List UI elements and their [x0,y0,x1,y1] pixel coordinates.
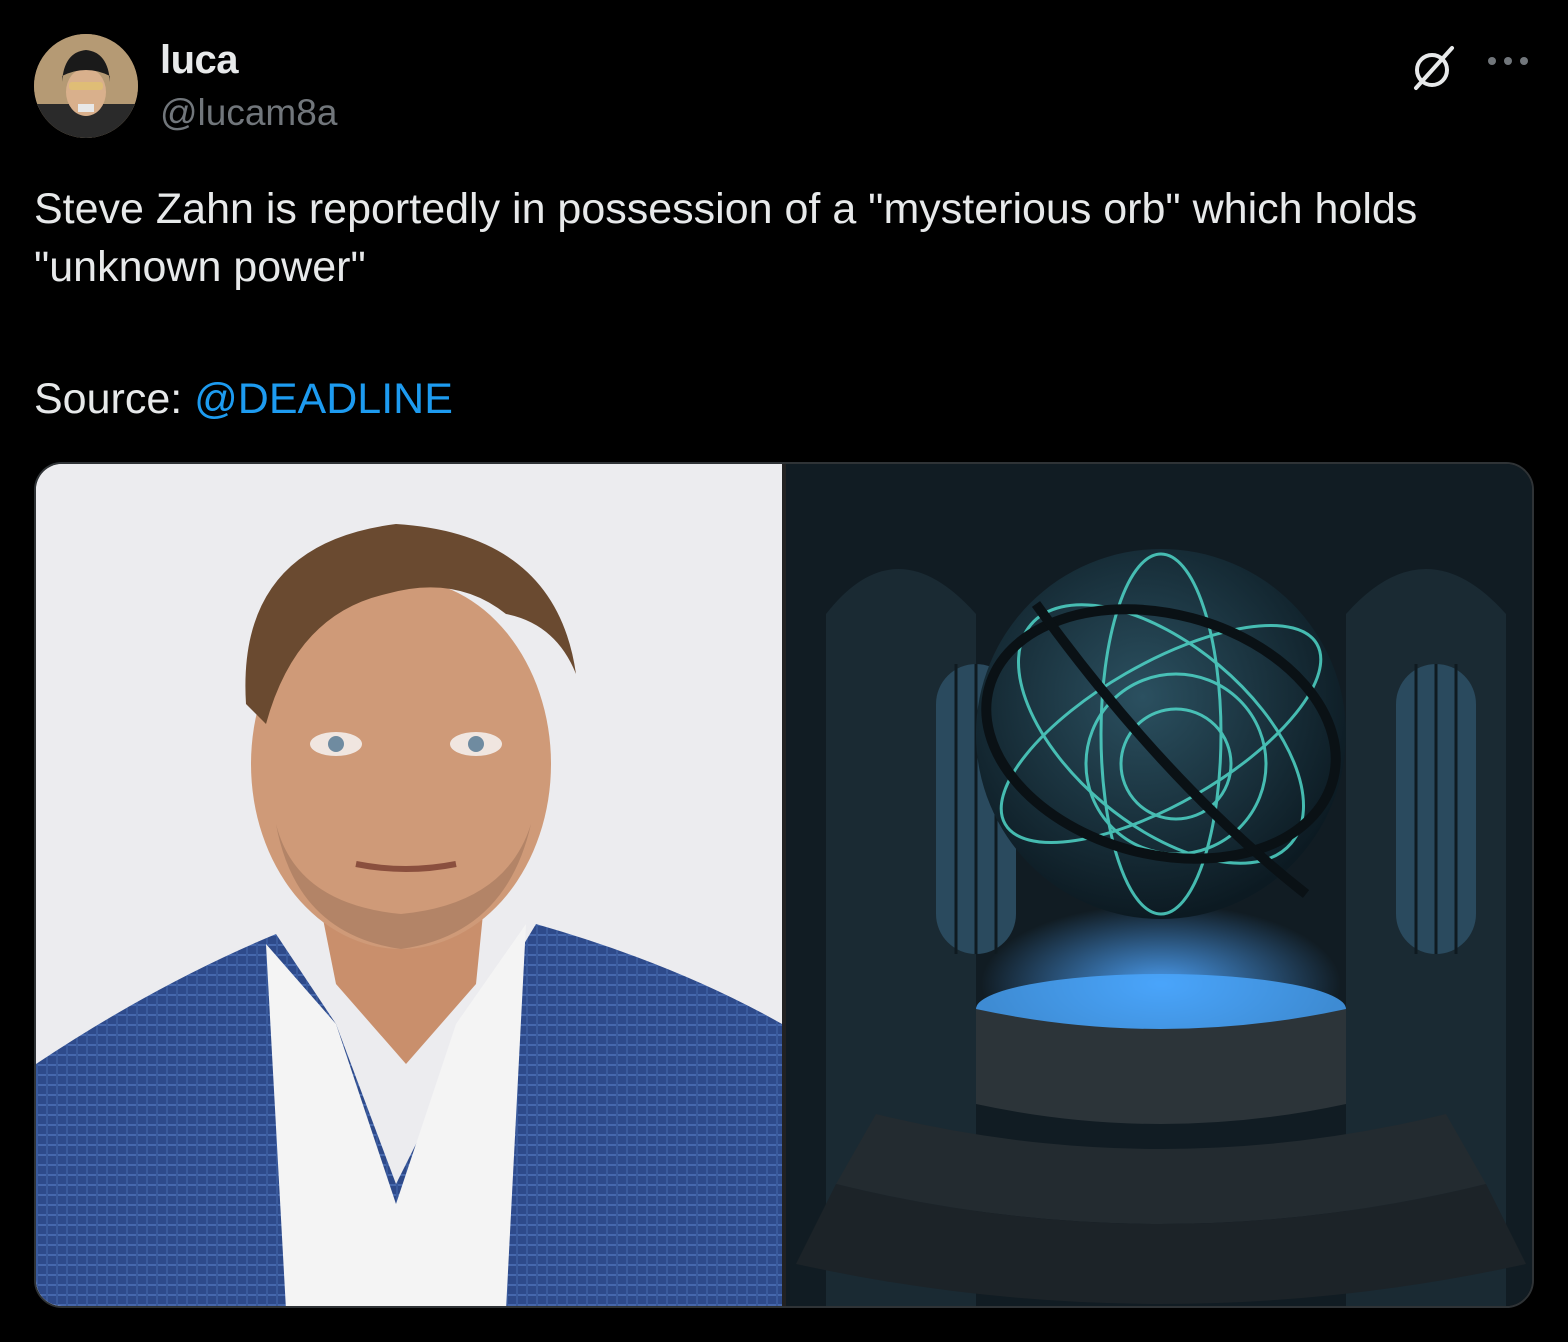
author-handle[interactable]: @lucam8a [160,92,337,134]
media-grid [34,462,1534,1308]
source-mention-link[interactable]: @DEADLINE [194,375,453,423]
avatar-image [34,34,138,138]
post: luca @lucam8a Steve Zahn is reportedly i… [0,0,1568,1342]
grok-slash-icon[interactable] [1408,42,1460,94]
author-name[interactable]: luca [160,38,239,83]
portrait-image [36,464,782,1306]
more-options-icon[interactable] [1486,54,1530,68]
author-avatar[interactable] [34,34,138,138]
source-line: Source: @DEADLINE [34,370,453,428]
orb-image [786,464,1532,1306]
media-photo-portrait[interactable] [36,464,782,1306]
post-text: Steve Zahn is reportedly in possession o… [34,185,1430,291]
source-label: Source: [34,375,183,423]
media-photo-orb[interactable] [786,464,1532,1306]
